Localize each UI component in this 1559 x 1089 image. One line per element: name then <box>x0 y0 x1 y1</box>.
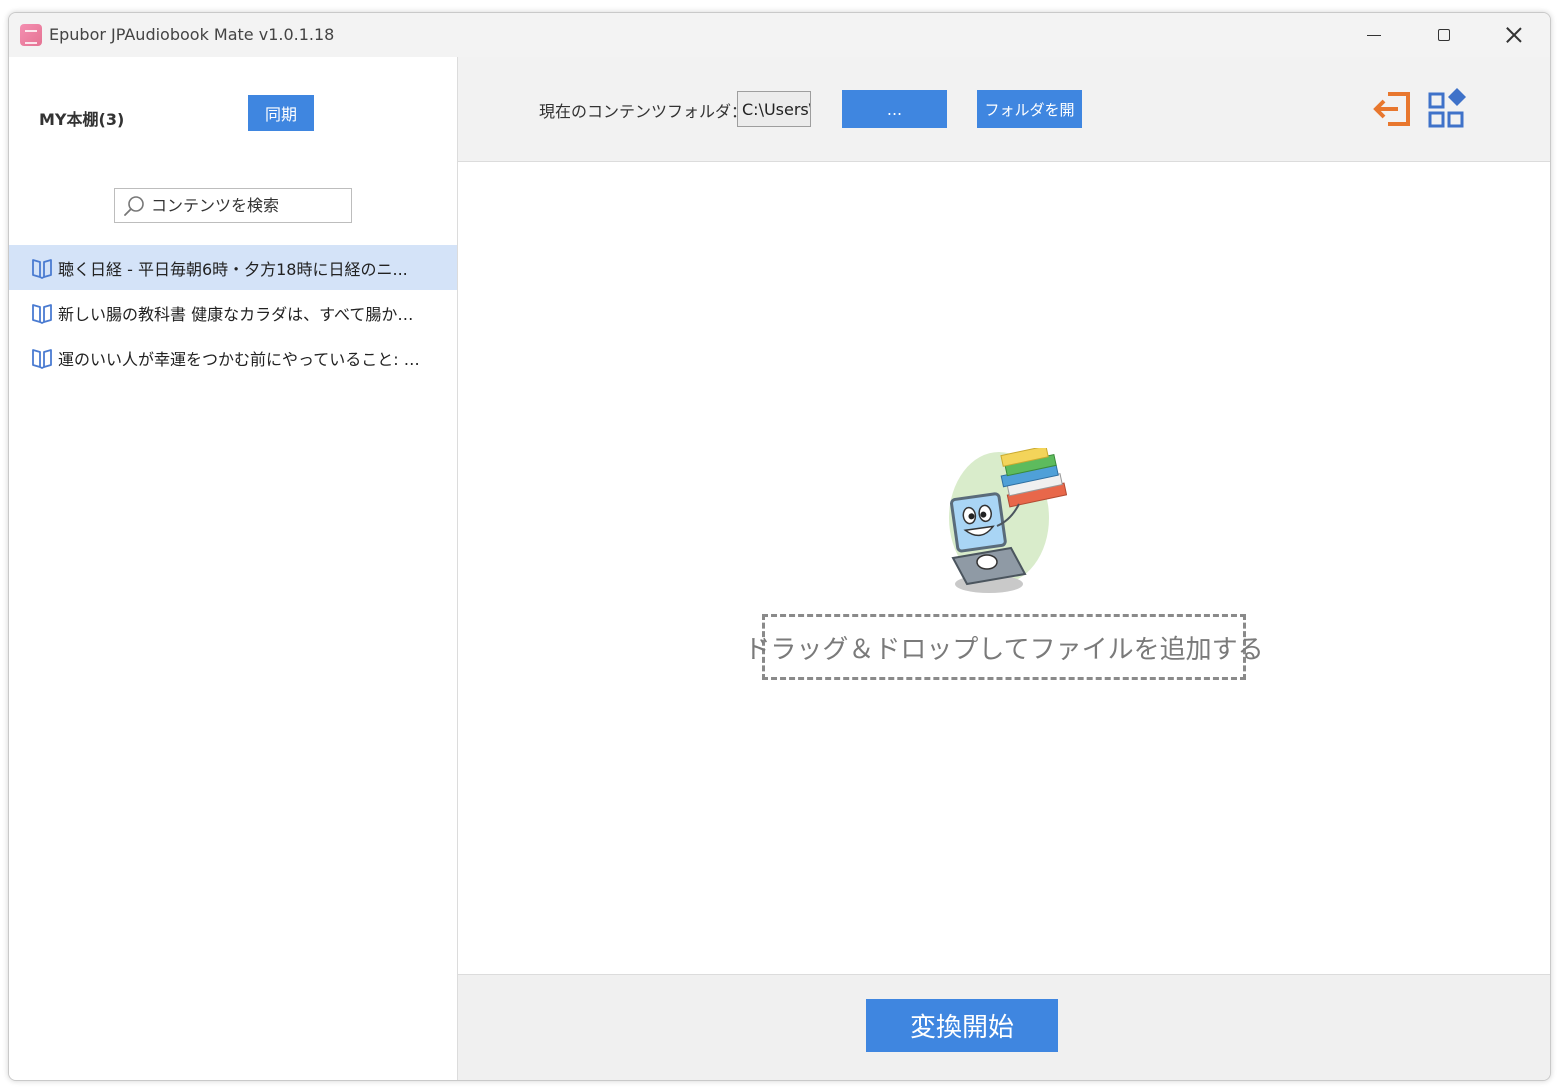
close-button[interactable] <box>1479 13 1549 57</box>
search-input[interactable] <box>151 189 347 222</box>
window-title: Epubor JPAudiobook Mate v1.0.1.18 <box>49 25 335 44</box>
library-sidebar: MY本棚(3) 同期 聴く日経 - 平日毎朝6時・夕方18時に日経のニ... <box>9 57 458 1080</box>
book-icon <box>32 303 52 324</box>
book-list-item[interactable]: 新しい腸の教科書 健康なカラダは、すべて腸から... <box>9 290 457 335</box>
search-icon <box>124 196 144 216</box>
apps-icon[interactable] <box>1426 87 1470 131</box>
app-window: Epubor JPAudiobook Mate v1.0.1.18 MY本棚(3… <box>8 12 1551 1081</box>
book-list: 聴く日経 - 平日毎朝6時・夕方18時に日経のニ... 新しい腸の教科書 健康な… <box>9 245 457 380</box>
book-list-item[interactable]: 聴く日経 - 平日毎朝6時・夕方18時に日経のニ... <box>9 245 457 290</box>
open-folder-button[interactable]: フォルダを開 <box>977 90 1082 128</box>
drop-hint: ドラッグ＆ドロップしてファイルを追加する <box>744 614 1264 680</box>
shelf-title: MY本棚(3) <box>39 110 125 129</box>
convert-start-button[interactable]: 変換開始 <box>866 999 1058 1052</box>
book-title: 新しい腸の教科書 健康なカラダは、すべて腸から... <box>58 304 423 324</box>
browse-folder-button[interactable]: ... <box>842 90 947 128</box>
sync-button[interactable]: 同期 <box>248 95 314 131</box>
title-bar: Epubor JPAudiobook Mate v1.0.1.18 <box>9 13 1550 57</box>
book-title: 聴く日経 - 平日毎朝6時・夕方18時に日経のニ... <box>58 259 408 279</box>
book-icon <box>32 348 52 369</box>
folder-toolbar: 現在のコンテンツフォルダ： C:\Users\ ... フォルダを開 <box>458 57 1550 162</box>
drop-zone[interactable]: ドラッグ＆ドロップしてファイルを追加する <box>458 162 1550 974</box>
book-title: 運のいい人が幸運をつかむ前にやっていること: セレ... <box>58 349 423 369</box>
app-logo-icon <box>20 24 42 46</box>
book-list-item[interactable]: 運のいい人が幸運をつかむ前にやっていること: セレ... <box>9 335 457 380</box>
search-box <box>114 188 352 223</box>
content-folder-label: 現在のコンテンツフォルダ： <box>539 102 748 121</box>
laptop-mascot-books-illustration <box>949 448 1067 593</box>
book-icon <box>32 258 52 279</box>
close-icon <box>1506 27 1522 43</box>
action-bar: 変換開始 <box>458 974 1550 1080</box>
content-folder-path-field[interactable]: C:\Users\ <box>737 91 811 127</box>
exit-icon[interactable] <box>1372 88 1414 130</box>
maximize-icon <box>1438 29 1450 41</box>
maximize-button[interactable] <box>1409 13 1479 57</box>
minimize-button[interactable] <box>1339 13 1409 57</box>
minimize-icon <box>1367 34 1381 36</box>
